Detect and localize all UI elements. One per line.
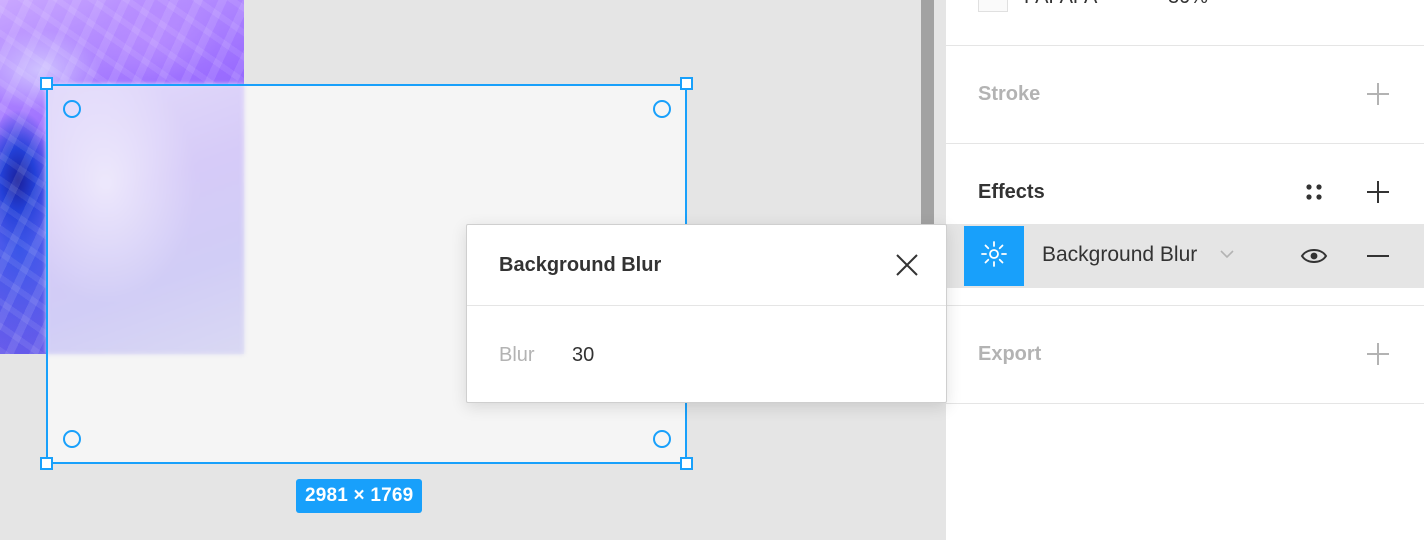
corner-radius-handle-bottom-right[interactable] xyxy=(653,430,671,448)
remove-effect-minus-icon[interactable] xyxy=(1362,240,1394,272)
export-section-title: Export xyxy=(978,343,1042,365)
close-icon[interactable] xyxy=(891,249,923,281)
resize-handle-bottom-left[interactable] xyxy=(40,457,53,470)
effect-row-background-blur[interactable]: Background Blur xyxy=(946,224,1424,288)
blurred-backdrop-region xyxy=(46,84,244,354)
fill-opacity-value[interactable]: 30% xyxy=(1168,0,1208,9)
fill-row[interactable]: FAFAFA 30% xyxy=(946,0,1424,16)
fill-section: FAFAFA 30% xyxy=(946,0,1424,46)
fill-color-swatch[interactable] xyxy=(978,0,1008,12)
resize-handle-bottom-right[interactable] xyxy=(680,457,693,470)
resize-handle-top-right[interactable] xyxy=(680,77,693,90)
add-stroke-plus-icon[interactable] xyxy=(1362,78,1394,110)
visibility-eye-icon[interactable] xyxy=(1298,0,1330,8)
effect-settings-button[interactable] xyxy=(964,226,1024,286)
effects-section-title: Effects xyxy=(978,181,1045,203)
popover-header: Background Blur xyxy=(467,225,946,306)
blur-label: Blur xyxy=(499,344,535,366)
blur-amount-input[interactable] xyxy=(561,337,681,373)
corner-radius-handle-top-right[interactable] xyxy=(653,100,671,118)
popover-title: Background Blur xyxy=(499,254,662,276)
style-grid-icon[interactable] xyxy=(1298,176,1330,208)
selection-size-label: 2981 × 1769 xyxy=(296,479,423,513)
corner-radius-handle-bottom-left[interactable] xyxy=(63,430,81,448)
export-section: Export xyxy=(946,306,1424,404)
properties-panel: FAFAFA 30% Stroke Effects xyxy=(946,0,1424,540)
canvas-scrollbar[interactable] xyxy=(921,0,934,226)
sun-icon xyxy=(979,239,1009,274)
effect-type-label[interactable]: Background Blur xyxy=(1042,243,1197,267)
fill-hex-value[interactable]: FAFAFA xyxy=(1024,0,1097,9)
effect-visibility-eye-icon[interactable] xyxy=(1298,240,1330,272)
add-export-plus-icon[interactable] xyxy=(1362,338,1394,370)
background-blur-popover: Background Blur Blur xyxy=(466,224,947,403)
add-effect-plus-icon[interactable] xyxy=(1362,176,1394,208)
corner-radius-handle-top-left[interactable] xyxy=(63,100,81,118)
chevron-down-icon[interactable] xyxy=(1220,246,1234,264)
stroke-section-title: Stroke xyxy=(978,83,1041,105)
stroke-section: Stroke xyxy=(946,46,1424,144)
resize-handle-top-left[interactable] xyxy=(40,77,53,90)
